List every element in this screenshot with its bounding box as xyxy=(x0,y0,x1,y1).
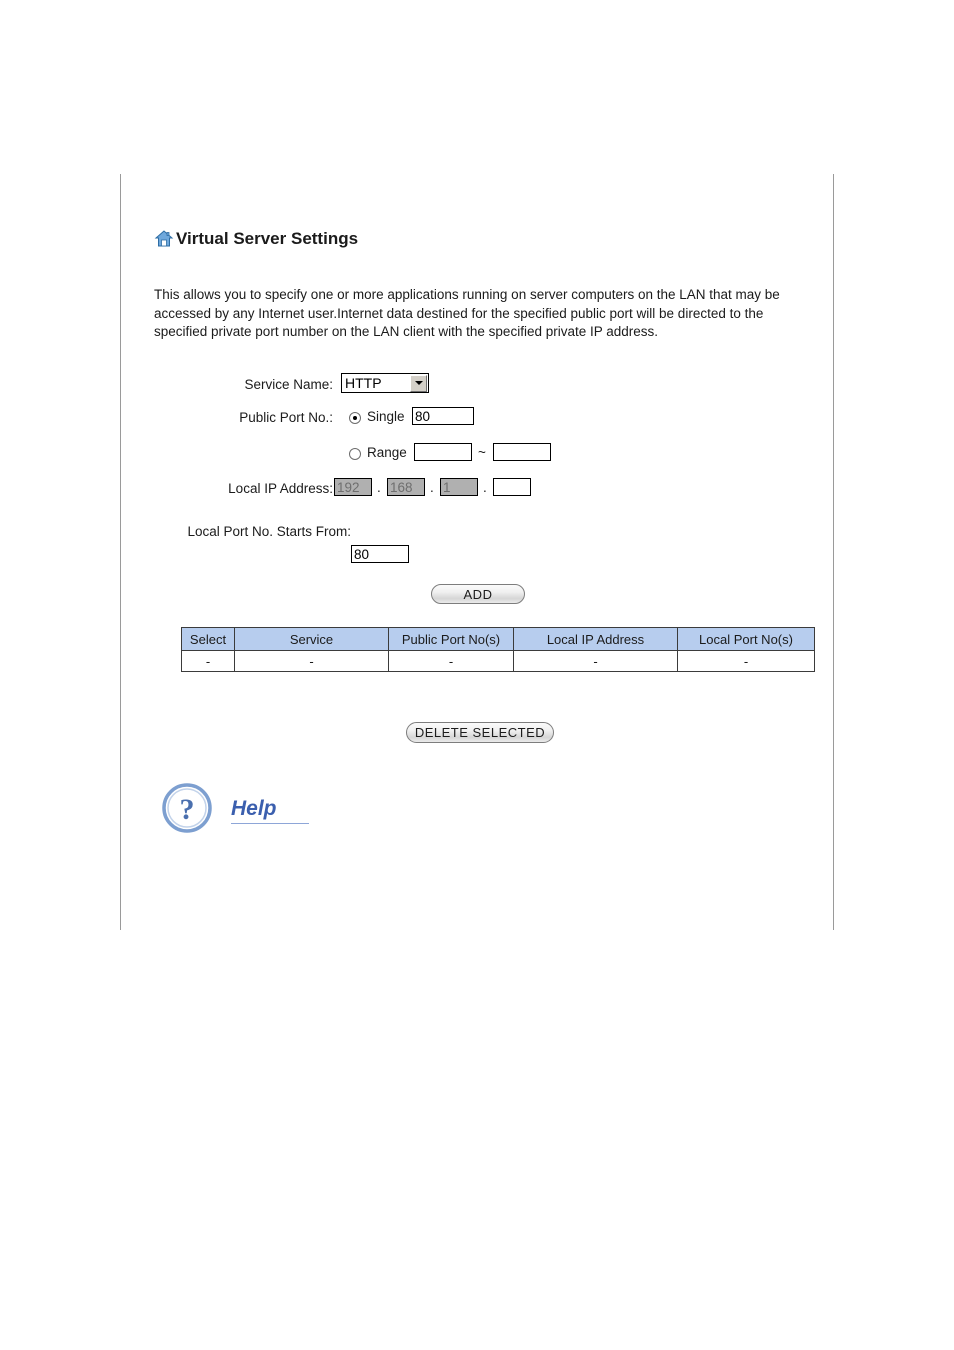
local-ip-octet3-input xyxy=(440,478,478,496)
virtual-server-table: Select Service Public Port No(s) Local I… xyxy=(181,627,815,672)
public-port-range-radio[interactable] xyxy=(349,448,361,460)
col-local-port: Local Port No(s) xyxy=(677,627,815,651)
cell-service: - xyxy=(234,650,389,672)
help-block[interactable]: ? Help xyxy=(161,782,309,839)
col-public-port: Public Port No(s) xyxy=(388,627,514,651)
range-end-input[interactable] xyxy=(493,443,551,461)
public-port-single-radio[interactable] xyxy=(349,412,361,424)
local-ip-octet4-input[interactable] xyxy=(493,478,531,496)
settings-page-frame: Virtual Server Settings This allows you … xyxy=(120,174,834,930)
chevron-down-icon[interactable] xyxy=(410,374,427,392)
local-port-input[interactable] xyxy=(351,545,409,563)
range-start-input[interactable] xyxy=(414,443,472,461)
page-description: This allows you to specify one or more a… xyxy=(154,287,780,339)
public-port-label: Public Port No.: xyxy=(239,410,333,425)
delete-selected-button[interactable]: DELETE SELECTED xyxy=(406,722,554,743)
service-name-select[interactable]: HTTP xyxy=(341,373,429,393)
question-mark-icon[interactable]: ? xyxy=(161,782,213,839)
page-title: Virtual Server Settings xyxy=(176,229,359,248)
local-ip-label: Local IP Address: xyxy=(228,481,333,496)
table-row: - - - - - xyxy=(181,650,815,672)
ip-dot-1: . xyxy=(377,480,381,495)
single-label: Single xyxy=(367,409,405,424)
service-name-selected-value: HTTP xyxy=(345,375,382,391)
ip-dot-2: . xyxy=(430,480,434,495)
help-label[interactable]: Help xyxy=(231,797,309,824)
cell-local-ip: - xyxy=(513,650,678,672)
cell-local-port: - xyxy=(677,650,815,672)
page-title-row: Virtual Server Settings xyxy=(154,229,358,249)
local-ip-octet1-input xyxy=(334,478,372,496)
service-name-label: Service Name: xyxy=(244,377,333,392)
cell-select: - xyxy=(181,650,235,672)
table-header-row: Select Service Public Port No(s) Local I… xyxy=(181,627,815,651)
local-port-label: Local Port No. Starts From: xyxy=(187,524,351,539)
col-select: Select xyxy=(181,627,235,651)
home-icon xyxy=(154,229,174,249)
col-service: Service xyxy=(234,627,389,651)
range-label: Range xyxy=(367,445,407,460)
svg-text:?: ? xyxy=(180,793,195,826)
range-separator: ~ xyxy=(478,445,486,460)
local-ip-octet2-input xyxy=(387,478,425,496)
single-port-input[interactable] xyxy=(412,407,474,425)
ip-dot-3: . xyxy=(483,480,487,495)
cell-public-port: - xyxy=(388,650,514,672)
col-local-ip: Local IP Address xyxy=(513,627,678,651)
add-button[interactable]: ADD xyxy=(431,584,525,604)
